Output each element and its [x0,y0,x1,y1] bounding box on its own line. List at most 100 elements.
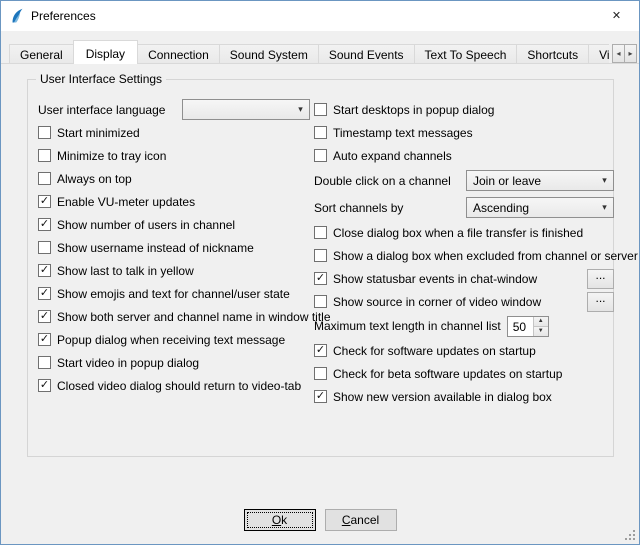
title-bar: Preferences ✕ [1,1,639,31]
tab-sound-events[interactable]: Sound Events [318,44,415,64]
tab-connection[interactable]: Connection [137,44,220,64]
cancel-button-label: Cancel [342,513,379,527]
tab-text-to-speech[interactable]: Text To Speech [414,44,518,64]
checkbox-box [314,295,327,308]
cancel-button[interactable]: Cancel [325,509,397,531]
checkbox-label: Close dialog box when a file transfer is… [333,226,583,240]
checkbox-label: Start minimized [57,126,140,140]
preferences-window: Preferences ✕ General Display Connection… [0,0,640,545]
tab-scroll-right-button[interactable]: ▸ [624,44,637,63]
checkbox-box: ✓ [38,310,51,323]
checkbox-box [38,126,51,139]
checkbox-label: Check for beta software updates on start… [333,367,562,381]
checkbox-show-user-count[interactable]: ✓ Show number of users in channel [38,213,310,236]
checkbox-start-minimized[interactable]: Start minimized [38,121,310,144]
ok-button[interactable]: Ok [244,509,316,531]
video-source-more-button[interactable]: ... [587,292,614,312]
spinner-buttons: ▲ ▼ [533,317,548,336]
checkbox-label: Closed video dialog should return to vid… [57,379,301,393]
checkbox-label: Show source in corner of video window [333,295,541,309]
checkbox-box [314,126,327,139]
tab-bar: General Display Connection Sound System … [1,40,639,64]
app-icon [9,8,25,24]
checkbox-closed-video-return[interactable]: ✓ Closed video dialog should return to v… [38,374,310,397]
max-text-length-label: Maximum text length in channel list [314,319,501,333]
checkbox-vu-meter-updates[interactable]: ✓ Enable VU-meter updates [38,190,310,213]
checkbox-timestamp-messages[interactable]: Timestamp text messages [314,121,614,144]
checkbox-box: ✓ [314,390,327,403]
checkbox-box [38,241,51,254]
statusbar-events-more-button[interactable]: ... [587,269,614,289]
checkbox-box: ✓ [38,218,51,231]
language-select[interactable]: ▾ [182,99,310,120]
sort-channels-select[interactable]: Ascending ▾ [466,197,614,218]
ellipsis-icon: ... [595,270,605,280]
tab-sound-system[interactable]: Sound System [219,44,319,64]
checkbox-popup-text-message[interactable]: ✓ Popup dialog when receiving text messa… [38,328,310,351]
checkbox-label: Auto expand channels [333,149,452,163]
checkbox-desktops-popup[interactable]: Start desktops in popup dialog [314,98,614,121]
checkbox-label: Show emojis and text for channel/user st… [57,287,290,301]
tab-strip: General Display Connection Sound System … [9,40,609,64]
checkbox-label: Check for software updates on startup [333,344,536,358]
checkbox-label: Show username instead of nickname [57,241,254,255]
checkbox-show-username[interactable]: Show username instead of nickname [38,236,310,259]
checkbox-show-emojis[interactable]: ✓ Show emojis and text for channel/user … [38,282,310,305]
checkbox-show-new-version[interactable]: ✓ Show new version available in dialog b… [314,385,614,408]
tab-video[interactable]: Video [588,44,609,64]
checkbox-server-channel-in-title[interactable]: ✓ Show both server and channel name in w… [38,305,310,328]
checkbox-box [314,367,327,380]
checkbox-box [314,249,327,262]
checkbox-always-on-top[interactable]: Always on top [38,167,310,190]
close-button[interactable]: ✕ [594,1,639,30]
checkbox-last-talk-yellow[interactable]: ✓ Show last to talk in yellow [38,259,310,282]
arrow-up-icon: ▲ [538,318,544,324]
checkbox-check-updates[interactable]: ✓ Check for software updates on startup [314,339,614,362]
tab-general[interactable]: General [9,44,74,64]
checkbox-statusbar-events[interactable]: ✓ Show statusbar events in chat-window .… [314,267,614,290]
checkbox-dialog-when-excluded[interactable]: Show a dialog box when excluded from cha… [314,244,614,267]
resize-grip[interactable] [624,529,637,542]
checkbox-check-beta-updates[interactable]: Check for beta software updates on start… [314,362,614,385]
checkbox-box: ✓ [38,195,51,208]
checkbox-source-in-video[interactable]: Show source in corner of video window ..… [314,290,614,313]
chevron-down-icon: ▾ [596,175,613,186]
checkbox-auto-expand-channels[interactable]: Auto expand channels [314,144,614,167]
max-text-length-spinner[interactable]: 50 ▲ ▼ [507,316,549,337]
sort-channels-label: Sort channels by [314,201,403,215]
ellipsis-icon: ... [595,293,605,303]
tab-display[interactable]: Display [73,40,138,64]
tab-scroll-control: ◂ ▸ [612,44,637,63]
checkbox-box [38,356,51,369]
checkbox-box: ✓ [38,264,51,277]
checkbox-label: Show new version available in dialog box [333,390,552,404]
sort-channels-value: Ascending [467,201,596,215]
checkbox-box [38,149,51,162]
checkbox-box: ✓ [314,272,327,285]
checkbox-box: ✓ [314,344,327,357]
checkbox-minimize-to-tray[interactable]: Minimize to tray icon [38,144,310,167]
spin-up-button[interactable]: ▲ [534,317,548,327]
max-text-length-row: Maximum text length in channel list 50 ▲… [314,313,614,339]
window-title: Preferences [31,9,96,23]
user-interface-settings-group: User Interface Settings User interface l… [27,79,614,457]
arrow-left-icon: ◂ [616,49,620,58]
close-icon: ✕ [612,9,621,22]
checkbox-label: Start desktops in popup dialog [333,103,494,117]
language-label: User interface language [38,103,165,117]
checkbox-close-on-file-transfer[interactable]: Close dialog box when a file transfer is… [314,221,614,244]
checkbox-label: Always on top [57,172,132,186]
double-click-select[interactable]: Join or leave ▾ [466,170,614,191]
tab-shortcuts[interactable]: Shortcuts [516,44,589,64]
checkbox-box [38,172,51,185]
language-row: User interface language ▾ [38,98,310,121]
checkbox-label: Show number of users in channel [57,218,235,232]
arrow-down-icon: ▼ [538,328,544,334]
max-text-length-value: 50 [508,317,533,336]
spin-down-button[interactable]: ▼ [534,327,548,336]
checkbox-video-popup[interactable]: Start video in popup dialog [38,351,310,374]
checkbox-label: Enable VU-meter updates [57,195,195,209]
checkbox-box: ✓ [38,379,51,392]
checkbox-label: Start video in popup dialog [57,356,199,370]
checkbox-label: Minimize to tray icon [57,149,166,163]
